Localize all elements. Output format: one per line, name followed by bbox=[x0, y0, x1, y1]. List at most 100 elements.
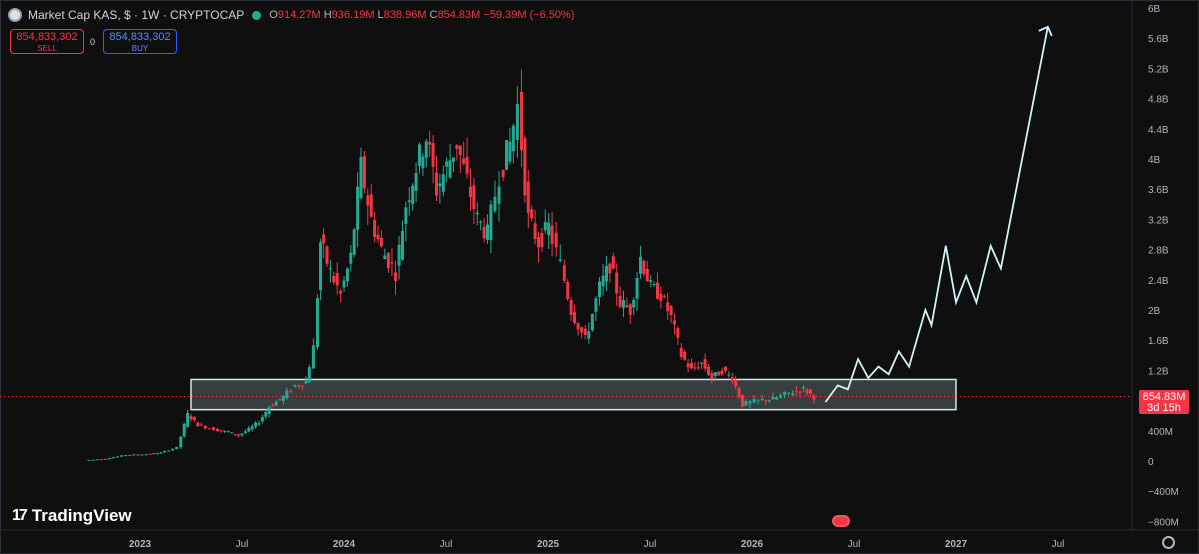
candle-body bbox=[774, 397, 778, 400]
economic-event-flag-icon[interactable] bbox=[832, 515, 850, 527]
candle-body bbox=[162, 451, 166, 453]
candle-body bbox=[740, 394, 744, 407]
candle-body bbox=[304, 381, 308, 384]
candle-body bbox=[501, 169, 505, 178]
candle-body bbox=[356, 186, 360, 230]
change-value: −59.39M (−6.50%) bbox=[483, 9, 575, 21]
candle-body bbox=[352, 229, 356, 255]
candle-body bbox=[349, 252, 353, 264]
candle-body bbox=[554, 232, 558, 248]
buy-button[interactable]: 854,833,302 BUY bbox=[103, 29, 177, 54]
buy-label: BUY bbox=[131, 44, 149, 53]
candle-body bbox=[91, 459, 95, 461]
close-value: 854.83M bbox=[437, 9, 481, 21]
candle-body bbox=[720, 370, 724, 375]
candle-body bbox=[744, 401, 748, 406]
y-tick-label: 1.6B bbox=[1148, 336, 1169, 347]
candle-body bbox=[373, 220, 377, 237]
candle-body bbox=[462, 158, 466, 164]
candle-body bbox=[666, 302, 670, 312]
candle-body bbox=[196, 422, 200, 427]
symbol-legend: Market Cap KAS, $ · 1W · CRYPTOCAP O914.… bbox=[8, 8, 575, 22]
candle-body bbox=[254, 422, 258, 427]
x-tick-label: Jul bbox=[644, 539, 657, 550]
candle-body bbox=[379, 237, 383, 247]
settings-gear-icon[interactable] bbox=[1162, 536, 1175, 549]
sell-label: SELL bbox=[37, 44, 57, 53]
candle-body bbox=[293, 385, 297, 387]
sell-button[interactable]: 854,833,302 SELL bbox=[10, 29, 84, 54]
candle-body bbox=[710, 373, 714, 379]
candle-body bbox=[289, 390, 293, 392]
candle-body bbox=[455, 145, 459, 150]
candle-body bbox=[566, 282, 570, 299]
candle-body bbox=[594, 298, 598, 312]
candle-body bbox=[505, 140, 509, 170]
candle-body bbox=[250, 426, 254, 430]
y-tick-label: 3.6B bbox=[1148, 185, 1169, 196]
candle-body bbox=[717, 371, 721, 376]
candle-body bbox=[760, 399, 764, 401]
candle-body bbox=[679, 347, 683, 357]
candle-body bbox=[730, 377, 734, 382]
candle-body bbox=[608, 263, 612, 274]
candle-body bbox=[638, 256, 642, 274]
chart-canvas[interactable]: 6B 5.6B 5.2B 4.8B 4.4B 4B 3.6B 3.2B 2.8B 2.4B 2B 1.… bbox=[0, 0, 1199, 554]
y-tick-label: 6B bbox=[1148, 4, 1161, 15]
candle-body bbox=[103, 458, 107, 460]
candle-body bbox=[672, 320, 676, 325]
candle-body bbox=[411, 185, 415, 205]
candle-body bbox=[140, 454, 144, 456]
current-price-tag: 854.83M 3d 15h bbox=[1139, 390, 1189, 414]
candle-body bbox=[441, 174, 445, 192]
x-tick-label: 2025 bbox=[537, 539, 560, 550]
candle-body bbox=[345, 268, 349, 282]
candle-body bbox=[120, 455, 124, 457]
candle-body bbox=[216, 428, 220, 432]
candle-body bbox=[99, 459, 103, 461]
candle-body bbox=[278, 399, 282, 401]
y-tick-label: −400M bbox=[1148, 487, 1179, 498]
candle-body bbox=[493, 196, 497, 212]
y-tick-label: 2.4B bbox=[1148, 276, 1169, 287]
candle-body bbox=[465, 156, 469, 174]
candle-body bbox=[132, 454, 136, 456]
candle-body bbox=[727, 374, 731, 376]
market-status-icon[interactable] bbox=[252, 10, 262, 20]
candle-body bbox=[111, 457, 115, 459]
candle-body bbox=[550, 225, 554, 244]
candle-body bbox=[260, 417, 264, 422]
candle-body bbox=[397, 244, 401, 266]
symbol-title[interactable]: Market Cap KAS, $ · 1W · CRYPTOCAP bbox=[28, 8, 244, 22]
candle-body bbox=[590, 314, 594, 331]
candle-body bbox=[787, 392, 791, 394]
candle-body bbox=[526, 181, 530, 213]
candle-body bbox=[752, 398, 756, 403]
candle-body bbox=[485, 224, 489, 240]
candle-body bbox=[734, 379, 738, 387]
tradingview-logo[interactable]: 17 TradingView bbox=[12, 506, 132, 526]
candle-body bbox=[791, 393, 795, 396]
x-tick-label: Jul bbox=[1052, 539, 1065, 550]
candle-body bbox=[362, 156, 366, 189]
candle-body bbox=[683, 351, 687, 360]
candle-body bbox=[604, 265, 608, 282]
candle-body bbox=[107, 458, 111, 460]
candle-body bbox=[632, 299, 636, 308]
candle-body bbox=[152, 453, 156, 455]
candle-body bbox=[144, 454, 148, 456]
candle-body bbox=[417, 144, 421, 166]
candle-body bbox=[628, 304, 632, 315]
y-tick-label: 2B bbox=[1148, 306, 1161, 317]
candle-body bbox=[706, 366, 710, 375]
x-tick-label: 2026 bbox=[741, 539, 764, 550]
x-tick-label: Jul bbox=[848, 539, 861, 550]
candle-body bbox=[179, 436, 183, 448]
candle-body bbox=[369, 194, 373, 217]
candle-body bbox=[479, 221, 483, 223]
candle-body bbox=[407, 200, 411, 202]
candle-body bbox=[611, 256, 615, 269]
candle-body bbox=[226, 430, 230, 432]
candle-body bbox=[386, 253, 390, 269]
candle-body bbox=[779, 395, 783, 398]
